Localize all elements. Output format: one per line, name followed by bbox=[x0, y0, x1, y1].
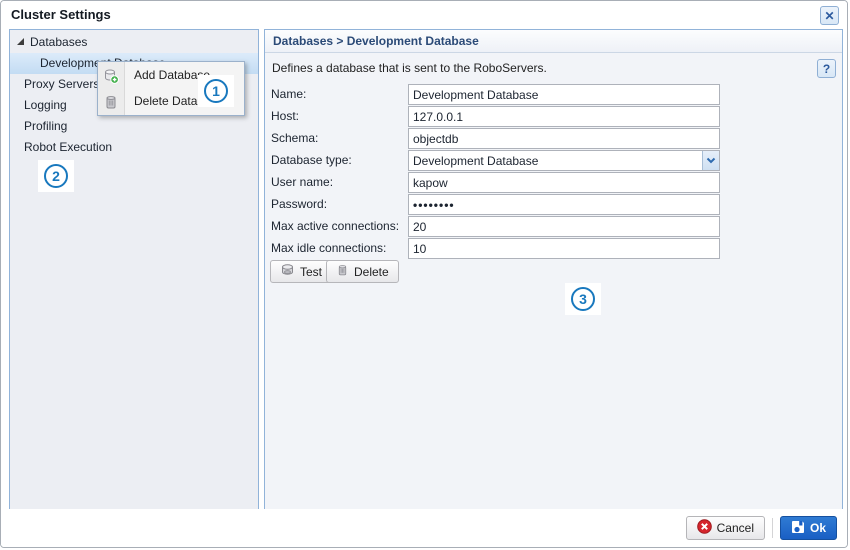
field-label: Host: bbox=[271, 109, 299, 123]
tree-item-profiling[interactable]: Profiling bbox=[10, 116, 258, 137]
password-field[interactable] bbox=[408, 194, 720, 215]
cluster-settings-dialog: Cluster Settings ✕ Databases Development… bbox=[0, 0, 848, 548]
tree-item-label: Profiling bbox=[24, 119, 67, 133]
button-separator bbox=[772, 518, 773, 538]
title-bar: Cluster Settings ✕ bbox=[1, 1, 847, 28]
callout-3-box: 3 bbox=[565, 283, 601, 315]
database-settings-panel: Databases > Development Database Defines… bbox=[264, 29, 843, 511]
tree-item-label: Logging bbox=[24, 98, 67, 112]
host-field[interactable] bbox=[408, 106, 720, 127]
delete-button[interactable]: Delete bbox=[326, 260, 399, 283]
ok-button-label: Ok bbox=[810, 521, 826, 535]
name-field[interactable] bbox=[408, 84, 720, 105]
database-add-icon bbox=[103, 67, 119, 83]
tree-item-robot-execution[interactable]: Robot Execution bbox=[10, 137, 258, 158]
cancel-icon bbox=[697, 519, 712, 537]
max-active-connections-field[interactable] bbox=[408, 216, 720, 237]
field-label: User name: bbox=[271, 175, 333, 189]
test-button-label: Test bbox=[300, 265, 322, 279]
delete-button-label: Delete bbox=[354, 265, 389, 279]
tree-item-label: Robot Execution bbox=[24, 140, 112, 154]
tree-item-label: Databases bbox=[30, 35, 87, 49]
close-icon[interactable]: ✕ bbox=[820, 6, 839, 25]
breadcrumb: Databases > Development Database bbox=[265, 30, 842, 53]
field-label: Password: bbox=[271, 197, 327, 211]
database-test-icon bbox=[280, 263, 295, 280]
form-row-max-idle: Max idle connections: bbox=[265, 238, 842, 260]
panel-description: Defines a database that is sent to the R… bbox=[272, 61, 547, 75]
tree-expand-icon[interactable] bbox=[16, 32, 26, 53]
chevron-down-icon[interactable] bbox=[702, 151, 719, 170]
tree-item-databases[interactable]: Databases bbox=[10, 32, 258, 53]
cancel-button-label: Cancel bbox=[717, 521, 754, 535]
dialog-footer: Cancel Ok bbox=[1, 509, 847, 547]
trash-icon bbox=[336, 263, 349, 280]
form-row-schema: Schema: bbox=[265, 128, 842, 150]
form-row-name: Name: bbox=[265, 84, 842, 106]
schema-field[interactable] bbox=[408, 128, 720, 149]
database-context-menu: Add Database Delete Database 1 bbox=[97, 61, 245, 116]
field-label: Schema: bbox=[271, 131, 318, 145]
dialog-title: Cluster Settings bbox=[11, 7, 111, 22]
form-row-max-active: Max active connections: bbox=[265, 216, 842, 238]
tree-item-label: Proxy Servers bbox=[24, 77, 99, 91]
field-label: Max idle connections: bbox=[271, 241, 386, 255]
callout-3: 3 bbox=[571, 287, 595, 311]
trash-icon bbox=[103, 93, 119, 109]
database-type-select[interactable] bbox=[408, 150, 720, 171]
form-row-user-name: User name: bbox=[265, 172, 842, 194]
save-icon bbox=[791, 520, 805, 537]
callout-1-box: 1 bbox=[198, 75, 234, 107]
callout-2-box: 2 bbox=[38, 160, 74, 192]
help-icon[interactable]: ? bbox=[817, 59, 836, 78]
form-row-host: Host: bbox=[265, 106, 842, 128]
form-row-password: Password: bbox=[265, 194, 842, 216]
form-row-database-type: Database type: bbox=[265, 150, 842, 172]
callout-1: 1 bbox=[204, 79, 228, 103]
user-name-field[interactable] bbox=[408, 172, 720, 193]
callout-2: 2 bbox=[44, 164, 68, 188]
test-button[interactable]: Test bbox=[270, 260, 332, 283]
ok-button[interactable]: Ok bbox=[780, 516, 837, 540]
field-label: Database type: bbox=[271, 153, 352, 167]
field-label: Max active connections: bbox=[271, 219, 399, 233]
cancel-button[interactable]: Cancel bbox=[686, 516, 765, 540]
max-idle-connections-field[interactable] bbox=[408, 238, 720, 259]
field-label: Name: bbox=[271, 87, 306, 101]
